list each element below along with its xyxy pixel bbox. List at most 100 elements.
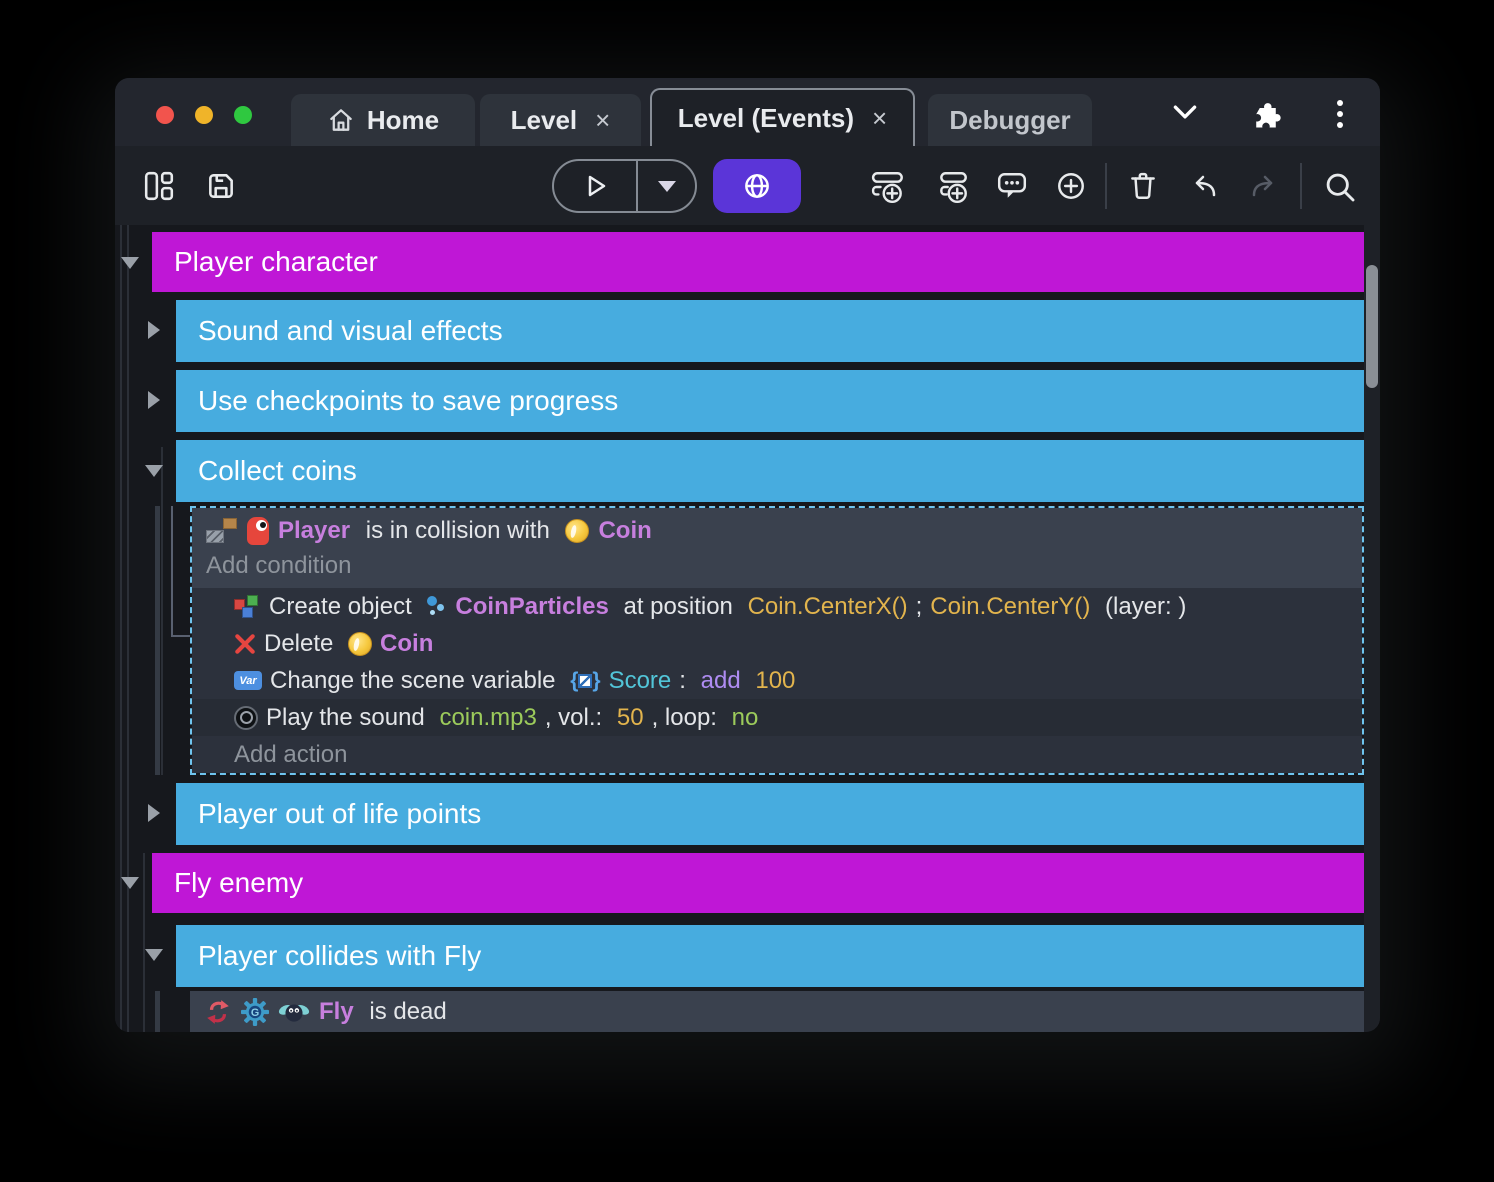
zoom-window-button[interactable] <box>234 106 252 124</box>
condition-player-collision[interactable]: Player is in collision with Coin <box>192 508 1362 545</box>
group-title: Use checkpoints to save progress <box>198 385 618 417</box>
add-subevent-icon[interactable] <box>935 170 971 204</box>
value: 100 <box>749 667 796 695</box>
close-icon[interactable]: × <box>872 103 887 134</box>
action-change-variable[interactable]: Var Change the scene variable {} Score :… <box>192 662 1362 699</box>
collapse-caret[interactable] <box>121 877 139 889</box>
expression: Coin.CenterX() <box>748 593 908 621</box>
object-name: CoinParticles <box>455 593 608 621</box>
tab-debugger[interactable]: Debugger <box>928 94 1092 146</box>
preview-options-dropdown[interactable] <box>638 161 695 211</box>
tab-label: Level (Events) <box>678 103 854 134</box>
play-preview-button[interactable] <box>554 161 638 211</box>
tab-level[interactable]: Level × <box>480 94 641 146</box>
action-text: Change the scene variable <box>270 667 562 695</box>
coin-object-icon <box>348 632 372 656</box>
extensions-puzzle-icon[interactable] <box>1250 100 1282 132</box>
action-text: : <box>679 667 692 695</box>
sound-file: coin.mp3 <box>439 704 536 732</box>
variable-name: Score <box>609 667 672 695</box>
object-name: Coin <box>598 517 651 545</box>
add-action-button[interactable]: Add action <box>234 741 347 769</box>
scrollbar-thumb[interactable] <box>1366 265 1378 388</box>
coin-object-icon <box>565 519 589 543</box>
add-condition-button[interactable]: Add condition <box>192 552 1362 580</box>
close-window-button[interactable] <box>156 106 174 124</box>
add-event-icon[interactable] <box>871 170 907 204</box>
group-title: Player collides with Fly <box>198 940 481 972</box>
chevron-down-icon[interactable] <box>1170 100 1200 124</box>
undo-icon[interactable] <box>1187 170 1221 202</box>
action-play-sound[interactable]: Play the sound coin.mp3 , vol.: 50 , loo… <box>192 699 1362 736</box>
action-create-object[interactable]: Create object CoinParticles at position … <box>192 588 1362 625</box>
expand-caret[interactable] <box>148 321 160 339</box>
value: 50 <box>617 704 644 732</box>
object-name: Fly <box>319 998 354 1026</box>
app-window: Home Level × Level (Events) × Debugger <box>115 78 1380 1032</box>
toolbar-divider <box>1105 163 1107 209</box>
add-circle-icon[interactable] <box>1055 170 1087 202</box>
search-icon[interactable] <box>1323 170 1357 204</box>
group-fly-enemy[interactable]: Fly enemy <box>152 853 1364 913</box>
scene-variable-icon: {} <box>570 669 600 693</box>
group-player-character[interactable]: Player character <box>152 232 1364 292</box>
indent-guide <box>155 506 160 775</box>
add-action-row: Add action <box>192 736 1362 773</box>
object-name: Player <box>278 517 350 545</box>
globe-icon <box>741 170 773 202</box>
redo-icon[interactable] <box>1247 170 1281 202</box>
object-name: Coin <box>380 630 433 658</box>
condition-text: is in collision with <box>359 517 556 545</box>
condition-text: is dead <box>363 998 447 1026</box>
group-out-of-life[interactable]: Player out of life points <box>176 783 1364 845</box>
panel-layout-icon[interactable] <box>143 170 175 202</box>
action-text: Delete <box>264 630 340 658</box>
indent-guide <box>143 853 145 1032</box>
group-player-collides-fly[interactable]: Player collides with Fly <box>176 925 1364 987</box>
tab-home[interactable]: Home <box>291 94 475 146</box>
titlebar: Home Level × Level (Events) × Debugger <box>115 78 1380 146</box>
scrollbar-track[interactable] <box>1364 225 1380 1032</box>
condition-fly-is-dead[interactable]: G Fly is dead <box>190 991 1364 1032</box>
action-text: , loop: <box>652 704 724 732</box>
tab-level-events[interactable]: Level (Events) × <box>650 88 915 146</box>
dropdown-caret-icon <box>658 181 676 192</box>
expand-caret[interactable] <box>148 804 160 822</box>
network-preview-button[interactable] <box>713 159 801 213</box>
expression: Coin.CenterY() <box>930 593 1090 621</box>
collapse-caret[interactable] <box>145 465 163 477</box>
action-delete-coin[interactable]: Delete Coin <box>192 625 1362 662</box>
value: no <box>732 704 759 732</box>
collapse-caret[interactable] <box>121 257 139 269</box>
indent-guide <box>127 225 129 1032</box>
create-object-icon <box>234 594 261 619</box>
collision-icon <box>206 518 238 544</box>
group-title: Collect coins <box>198 455 357 487</box>
behavior-gear-icon: G <box>241 998 269 1026</box>
player-object-icon <box>247 517 269 545</box>
event-collect-coin[interactable]: Player is in collision with Coin Add con… <box>190 506 1364 775</box>
subevent-connector <box>171 635 190 637</box>
expand-caret[interactable] <box>148 391 160 409</box>
collapse-caret[interactable] <box>145 949 163 961</box>
action-text: Create object <box>269 593 418 621</box>
group-collect-coins[interactable]: Collect coins <box>176 440 1364 502</box>
save-icon[interactable] <box>205 170 237 202</box>
tab-label: Level <box>511 105 578 136</box>
kebab-menu-icon[interactable] <box>1337 100 1343 128</box>
group-title: Fly enemy <box>174 867 303 899</box>
subevent-connector <box>171 506 173 637</box>
group-checkpoints[interactable]: Use checkpoints to save progress <box>176 370 1364 432</box>
minimize-window-button[interactable] <box>195 106 213 124</box>
variable-badge-icon: Var <box>234 671 262 690</box>
indent-guide <box>161 447 163 775</box>
operator: add <box>701 667 741 695</box>
action-text: ; <box>916 593 923 621</box>
close-icon[interactable]: × <box>595 105 610 136</box>
preview-button-group <box>552 159 697 213</box>
particles-object-icon <box>426 594 447 619</box>
add-comment-icon[interactable] <box>995 170 1029 202</box>
group-sound-effects[interactable]: Sound and visual effects <box>176 300 1364 362</box>
trash-icon[interactable] <box>1127 170 1159 202</box>
toolbar-divider <box>1300 163 1302 209</box>
